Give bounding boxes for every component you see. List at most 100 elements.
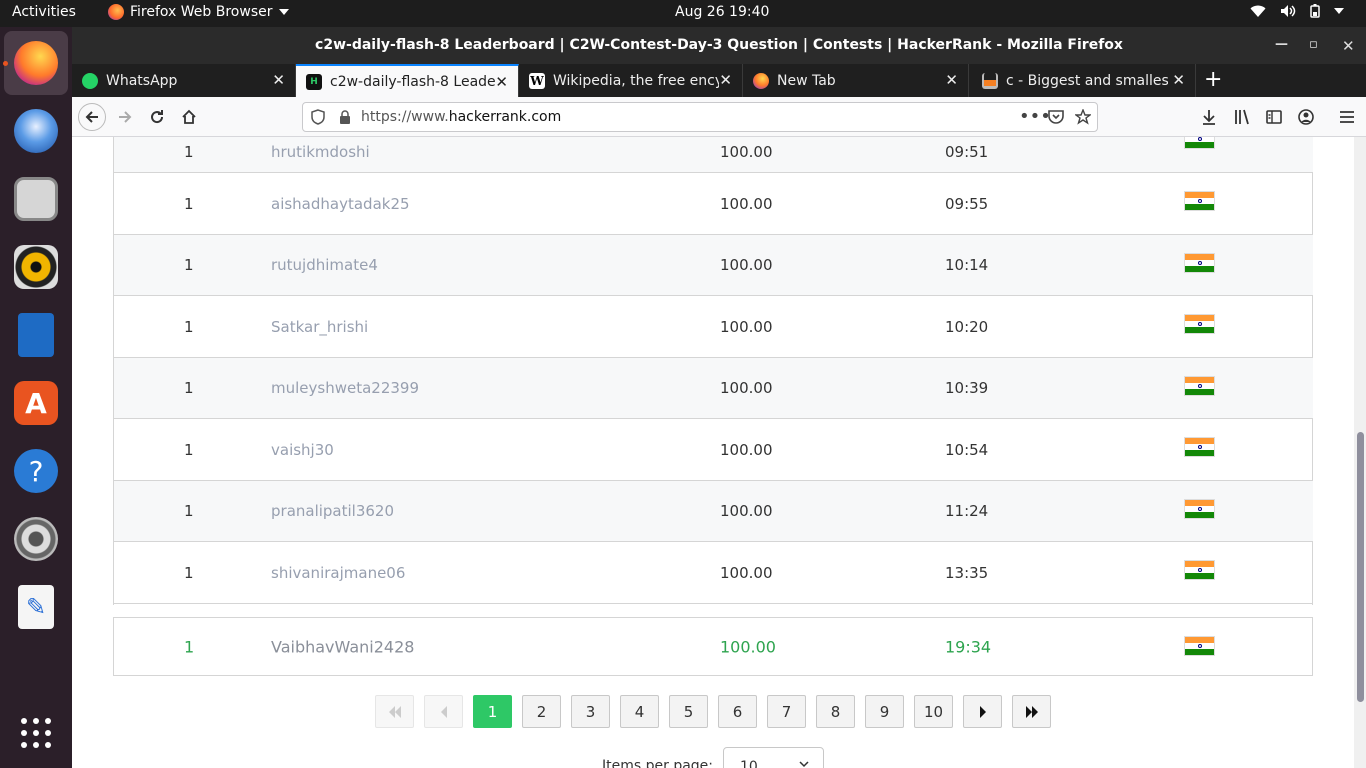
chevron-right-icon <box>979 705 986 718</box>
previous-page-button[interactable] <box>424 695 463 728</box>
close-icon[interactable]: ✕ <box>719 71 732 89</box>
table-row: 1 aishadhaytadak25 100.00 09:55 <box>114 173 1313 235</box>
close-icon[interactable]: ✕ <box>1172 71 1185 89</box>
tab-hackerrank[interactable]: H c2w-daily-flash-8 Leaderl ✕ <box>296 64 519 97</box>
dock-firefox[interactable] <box>4 31 68 95</box>
account-icon[interactable] <box>1298 109 1314 125</box>
maximize-button[interactable]: ▫ <box>1309 37 1318 52</box>
double-chevron-left-icon <box>388 705 401 718</box>
forward-button[interactable] <box>111 103 139 131</box>
score-cell: 100.00 <box>720 440 773 459</box>
rank-cell: 1 <box>184 502 194 520</box>
username-link[interactable]: muleyshweta22399 <box>271 379 419 397</box>
close-icon[interactable]: ✕ <box>495 73 508 91</box>
time-cell: 11:24 <box>945 502 989 520</box>
download-icon[interactable] <box>1201 109 1217 125</box>
url-bar[interactable]: https://www.hackerrank.com ••• <box>302 102 1098 132</box>
close-window-button[interactable]: ✕ <box>1342 37 1355 55</box>
system-tray[interactable] <box>1250 4 1344 18</box>
shield-icon <box>311 109 325 125</box>
dock-libreoffice-writer[interactable] <box>4 303 68 367</box>
username-link[interactable]: rutujdhimate4 <box>271 256 378 274</box>
dock-files[interactable] <box>4 167 68 231</box>
reload-button[interactable] <box>143 103 171 131</box>
close-icon[interactable]: ✕ <box>272 71 285 89</box>
tab-whatsapp[interactable]: WhatsApp ✕ <box>72 64 296 97</box>
window-titlebar: c2w-daily-flash-8 Leaderboard | C2W-Cont… <box>72 27 1366 64</box>
dock-rhythmbox[interactable] <box>4 235 68 299</box>
page-button[interactable]: 1 <box>473 695 512 728</box>
document-icon <box>18 313 54 357</box>
running-indicator <box>3 61 8 66</box>
last-page-button[interactable] <box>1012 695 1051 728</box>
home-icon <box>182 109 196 124</box>
page-actions-icon[interactable]: ••• <box>1019 106 1051 127</box>
app-menu[interactable]: Firefox Web Browser <box>108 4 289 20</box>
new-tab-button[interactable]: + <box>1204 67 1222 92</box>
window-title: c2w-daily-flash-8 Leaderboard | C2W-Cont… <box>315 37 1123 53</box>
time-cell: 10:20 <box>945 317 989 336</box>
home-button[interactable] <box>175 103 203 131</box>
page-button[interactable]: 7 <box>767 695 806 728</box>
rank-cell: 1 <box>184 256 194 274</box>
page-content: 1 hrutikmdoshi 100.00 09:51 1 aishadhayt… <box>72 137 1354 768</box>
score-cell: 100.00 <box>720 563 773 582</box>
leaderboard-table: 1 hrutikmdoshi 100.00 09:51 1 aishadhayt… <box>113 137 1313 605</box>
score-cell: 100.00 <box>720 637 776 656</box>
tab-wikipedia[interactable]: W Wikipedia, the free ency ✕ <box>519 64 743 97</box>
username-link[interactable]: hrutikmdoshi <box>271 143 370 161</box>
dock-thunderbird[interactable] <box>4 99 68 163</box>
page-button[interactable]: 8 <box>816 695 855 728</box>
country-flag-icon <box>1184 314 1215 334</box>
table-row: 1 hrutikmdoshi 100.00 09:51 <box>114 137 1313 173</box>
items-per-page-select[interactable]: 10 <box>723 747 824 768</box>
vertical-scrollbar[interactable] <box>1354 137 1366 768</box>
back-button[interactable] <box>78 103 106 131</box>
table-row: 1 muleyshweta22399 100.00 10:39 <box>114 358 1313 419</box>
dock-text-editor[interactable]: ✎ <box>4 575 68 639</box>
username-link[interactable]: aishadhaytadak25 <box>271 195 410 213</box>
tab-bar: WhatsApp ✕ H c2w-daily-flash-8 Leaderl ✕… <box>72 64 1366 97</box>
url-domain: hackerrank.com <box>448 109 562 125</box>
volume-icon <box>1281 5 1296 17</box>
tab-label: c - Biggest and smallest c <box>1006 72 1168 89</box>
activities-button[interactable]: Activities <box>12 4 76 20</box>
dock-software[interactable]: A <box>4 371 68 435</box>
rank-cell: 1 <box>184 440 194 459</box>
pocket-icon[interactable] <box>1048 110 1064 124</box>
double-chevron-right-icon <box>1025 705 1038 718</box>
library-icon[interactable] <box>1234 109 1250 125</box>
tab-stackoverflow[interactable]: c - Biggest and smallest c ✕ <box>972 64 1196 97</box>
clock[interactable]: Aug 26 19:40 <box>675 4 769 20</box>
page-button[interactable]: 6 <box>718 695 757 728</box>
sidebar-icon[interactable] <box>1266 109 1282 125</box>
next-page-button[interactable] <box>963 695 1002 728</box>
tab-new-tab[interactable]: New Tab ✕ <box>743 64 969 97</box>
dock-settings[interactable] <box>4 507 68 571</box>
tab-label: New Tab <box>777 72 836 89</box>
username-link[interactable]: pranalipatil3620 <box>271 502 394 520</box>
dock-help[interactable]: ? <box>4 439 68 503</box>
close-icon[interactable]: ✕ <box>945 71 958 89</box>
page-button[interactable]: 3 <box>571 695 610 728</box>
table-row: 1 rutujdhimate4 100.00 10:14 <box>114 235 1313 296</box>
username-link[interactable]: shivanirajmane06 <box>271 564 405 582</box>
minimize-button[interactable]: — <box>1275 37 1288 52</box>
star-icon[interactable] <box>1075 109 1091 125</box>
firefox-icon <box>14 41 58 85</box>
show-applications-button[interactable] <box>4 701 68 765</box>
hamburger-menu-icon[interactable] <box>1339 109 1355 125</box>
page-button[interactable]: 5 <box>669 695 708 728</box>
username-link[interactable]: VaibhavWani2428 <box>271 637 414 656</box>
whatsapp-icon <box>82 72 98 89</box>
page-button[interactable]: 9 <box>865 695 904 728</box>
page-button[interactable]: 10 <box>914 695 953 728</box>
first-page-button[interactable] <box>375 695 414 728</box>
username-link[interactable]: vaishj30 <box>271 441 334 459</box>
page-button[interactable]: 4 <box>620 695 659 728</box>
scrollbar-thumb[interactable] <box>1357 432 1364 702</box>
page-button[interactable]: 2 <box>522 695 561 728</box>
tab-label: Wikipedia, the free ency <box>553 72 719 89</box>
username-link[interactable]: Satkar_hrishi <box>271 318 368 336</box>
score-cell: 100.00 <box>720 194 773 213</box>
